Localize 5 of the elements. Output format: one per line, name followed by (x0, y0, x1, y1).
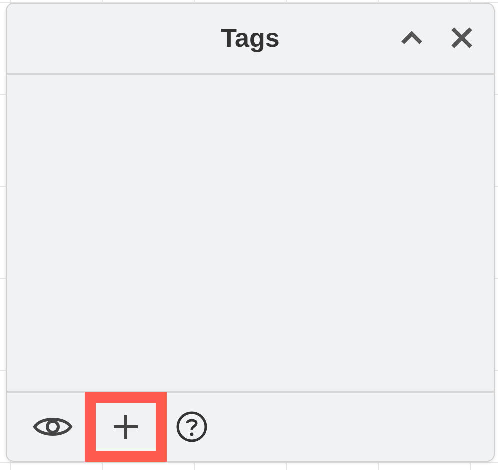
help-icon (176, 411, 208, 443)
add-button[interactable] (85, 392, 167, 462)
close-button[interactable] (450, 26, 474, 50)
plus-icon (113, 414, 139, 440)
panel-title: Tags (221, 22, 280, 54)
